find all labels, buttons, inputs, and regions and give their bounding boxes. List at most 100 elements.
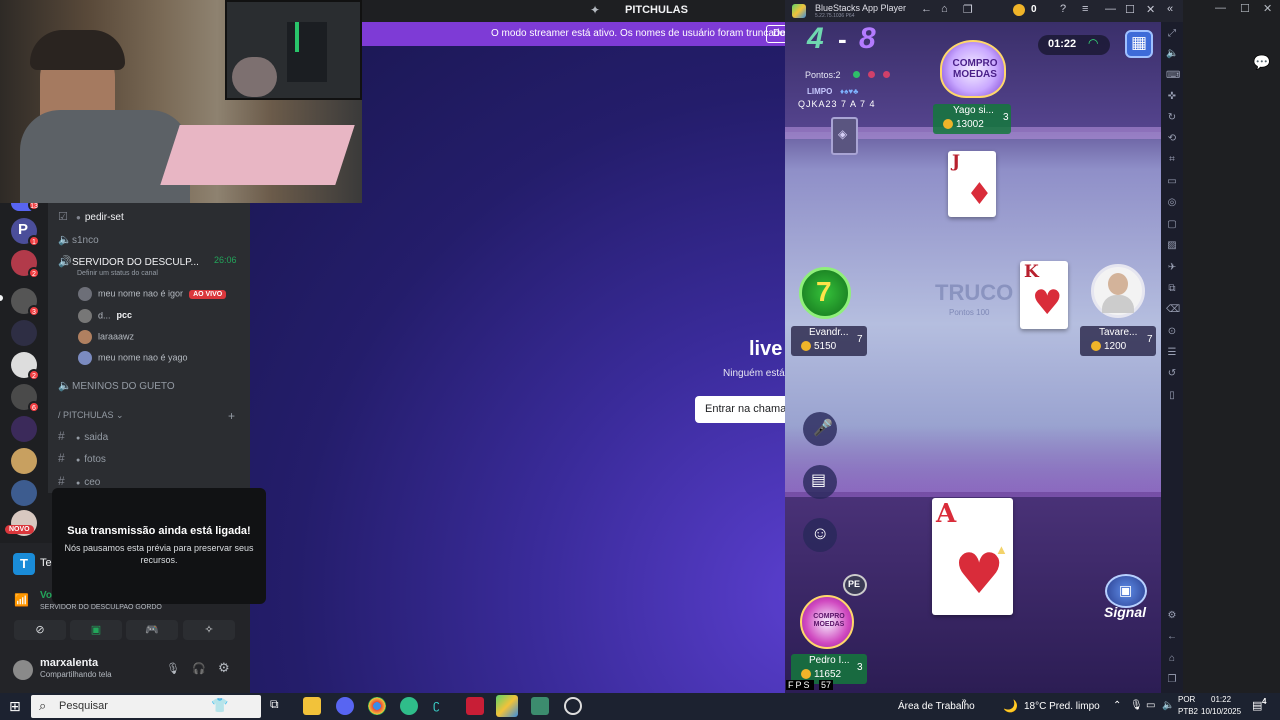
voice-user[interactable]: meu nome nao é igor AO VIVO bbox=[78, 287, 227, 303]
camera-off-button[interactable]: ⊘ bbox=[14, 620, 66, 640]
sync-icon[interactable]: ⟲ bbox=[1166, 133, 1178, 145]
channel-ceo[interactable]: # ● ceo bbox=[58, 474, 100, 488]
app-icon[interactable]: T bbox=[13, 553, 35, 575]
rotate-icon[interactable]: ↻ bbox=[1166, 112, 1178, 124]
mic-button[interactable]: 🎤 bbox=[803, 412, 837, 446]
microphone-icon[interactable]: 🎙 bbox=[166, 662, 180, 675]
fullscreen-icon[interactable]: ⤢ bbox=[1166, 28, 1178, 40]
language-top[interactable]: POR bbox=[1178, 695, 1195, 704]
maximize-icon[interactable]: ☐ bbox=[1125, 3, 1135, 16]
notification-icon[interactable]: ▤ bbox=[1252, 699, 1262, 712]
server-icon[interactable]: 2 bbox=[11, 352, 40, 381]
threads-icon[interactable]: 💬 bbox=[1253, 54, 1270, 71]
windows-start-icon[interactable]: ⊞ bbox=[9, 698, 21, 715]
channel-status[interactable]: Definir um status do canal bbox=[77, 270, 158, 277]
activity-button[interactable]: 🎮 bbox=[126, 620, 178, 640]
chevron-icon[interactable]: » bbox=[962, 696, 966, 705]
server-icon[interactable]: 2 bbox=[11, 250, 40, 279]
server-icon[interactable] bbox=[11, 320, 37, 346]
macro-icon[interactable]: ⌗ bbox=[1166, 154, 1178, 166]
file-explorer-icon[interactable] bbox=[303, 697, 321, 715]
close-icon[interactable]: ✕ bbox=[1263, 2, 1272, 15]
back-icon[interactable]: ← bbox=[1166, 631, 1178, 643]
player-right-avatar[interactable] bbox=[1091, 264, 1145, 318]
network-icon[interactable]: ▭ bbox=[1146, 700, 1155, 711]
volume-icon[interactable]: 🔈 bbox=[1162, 700, 1174, 711]
voice-channel-servidor[interactable]: 🔊SERVIDOR DO DESCULP... 26:06 bbox=[58, 255, 237, 268]
emoji-button[interactable]: ☺ bbox=[803, 518, 837, 552]
keyboard-icon[interactable]: ⌨ bbox=[1166, 70, 1180, 82]
recents-icon[interactable]: ❐ bbox=[1166, 674, 1178, 686]
app-red-icon[interactable] bbox=[466, 697, 484, 715]
category-pitchulas[interactable]: / PITCHULAS ⌄ + bbox=[58, 409, 235, 423]
discord-icon[interactable] bbox=[336, 697, 354, 715]
signal-button[interactable]: ▣ bbox=[1105, 574, 1147, 608]
minimize-icon[interactable]: — bbox=[1215, 2, 1226, 14]
help-icon[interactable]: ? bbox=[1060, 3, 1066, 15]
record-icon[interactable]: ▢ bbox=[1166, 219, 1178, 231]
obs-icon[interactable] bbox=[564, 697, 582, 715]
layers-icon[interactable]: ☰ bbox=[1166, 347, 1178, 359]
task-view-icon[interactable]: ⧉ bbox=[270, 697, 288, 715]
voice-user[interactable]: laraaawz bbox=[78, 330, 134, 346]
channel-pedir-set[interactable]: ☑ ● pedir-set bbox=[58, 210, 124, 223]
language-bottom[interactable]: PTB2 bbox=[1178, 707, 1198, 716]
soundboard-button[interactable]: ✧ bbox=[183, 620, 235, 640]
shop-banner[interactable]: COMPRO MOEDAS bbox=[940, 40, 1006, 98]
back-icon[interactable]: ← bbox=[921, 3, 932, 15]
menu-icon[interactable]: ≡ bbox=[1082, 3, 1088, 15]
weather-text[interactable]: 18°C Pred. limpo bbox=[1024, 701, 1100, 712]
blank-icon[interactable]: ▯ bbox=[1166, 390, 1178, 402]
server-icon[interactable]: P 1 bbox=[11, 218, 40, 247]
menu-grid-button[interactable]: ▦ bbox=[1125, 30, 1153, 58]
recents-icon[interactable]: ❐ bbox=[963, 3, 973, 16]
channel-fotos[interactable]: # ● fotos bbox=[58, 451, 106, 465]
close-icon[interactable]: ✕ bbox=[1146, 3, 1155, 16]
server-icon[interactable] bbox=[11, 480, 37, 506]
minimize-icon[interactable]: — bbox=[1105, 3, 1116, 15]
channel-saida[interactable]: # ● saida bbox=[58, 429, 108, 443]
server-icon[interactable]: 3 bbox=[11, 288, 40, 317]
apk-icon[interactable]: ▭ bbox=[1166, 176, 1178, 188]
headphones-icon[interactable]: 🎧 bbox=[192, 662, 206, 675]
voice-server-name[interactable]: SERVIDOR DO DESCULPAO GORDO bbox=[40, 604, 162, 611]
home-icon[interactable]: ⌂ bbox=[941, 3, 948, 15]
app-u-icon[interactable] bbox=[400, 697, 418, 715]
server-icon[interactable] bbox=[11, 416, 37, 442]
home-icon[interactable]: ⌂ bbox=[1166, 653, 1178, 665]
screenshot-icon[interactable]: ◎ bbox=[1166, 197, 1178, 209]
taskbar-search[interactable]: ⌕ Pesquisar 👕 bbox=[31, 695, 261, 718]
add-channel-icon[interactable]: + bbox=[228, 409, 235, 423]
weather-icon[interactable]: 🌙 bbox=[1003, 699, 1018, 713]
server-icon[interactable]: 6 bbox=[11, 384, 40, 413]
player-bottom-avatar[interactable]: COMPRO MOEDAS bbox=[800, 595, 854, 649]
avatar[interactable] bbox=[13, 660, 33, 680]
gear-icon[interactable]: ⚙ bbox=[1166, 610, 1178, 622]
maximize-icon[interactable]: ☐ bbox=[1240, 2, 1250, 15]
app-c-icon[interactable]: ʗ bbox=[433, 697, 451, 715]
screen-share-button[interactable]: ▣ bbox=[70, 620, 122, 640]
location-icon[interactable]: ⊙ bbox=[1166, 326, 1178, 338]
server-icon[interactable] bbox=[11, 448, 37, 474]
coin-icon[interactable] bbox=[1013, 4, 1025, 16]
voice-user[interactable]: d... pcc bbox=[78, 309, 132, 325]
copy-icon[interactable]: ⧉ bbox=[1166, 283, 1178, 295]
collapse-sidebar-icon[interactable]: « bbox=[1167, 3, 1173, 15]
app-green-icon[interactable] bbox=[531, 697, 549, 715]
mic-tray-icon[interactable]: 🎙 bbox=[1130, 700, 1143, 711]
bluestacks-taskbar-icon[interactable] bbox=[496, 695, 518, 717]
clock-time[interactable]: 01:22 bbox=[1211, 695, 1231, 704]
airplane-icon[interactable]: ✈ bbox=[1166, 262, 1178, 274]
refresh-icon[interactable]: ↺ bbox=[1166, 368, 1178, 380]
signal-icon[interactable]: 📶 bbox=[14, 593, 29, 607]
voice-channel-s1nco[interactable]: 🔈s1nco bbox=[58, 233, 99, 246]
voice-channel-meninos[interactable]: 🔈MENINOS DO GUETO bbox=[58, 379, 175, 392]
gear-icon[interactable]: ⚙ bbox=[218, 660, 230, 676]
voice-user[interactable]: meu nome nao é yago bbox=[78, 351, 188, 367]
volume-icon[interactable]: 🔈 bbox=[1166, 48, 1178, 60]
image-icon[interactable]: ▨ bbox=[1166, 240, 1178, 252]
truco-game-canvas[interactable]: 4 - 8 Pontos:2 LIMPO ♦♠♥♣ QJKA23 7 A 7 4… bbox=[785, 22, 1161, 693]
chrome-icon[interactable] bbox=[368, 697, 386, 715]
gamepad-icon[interactable]: ✜ bbox=[1166, 91, 1178, 103]
eraser-icon[interactable]: ⌫ bbox=[1166, 304, 1180, 316]
